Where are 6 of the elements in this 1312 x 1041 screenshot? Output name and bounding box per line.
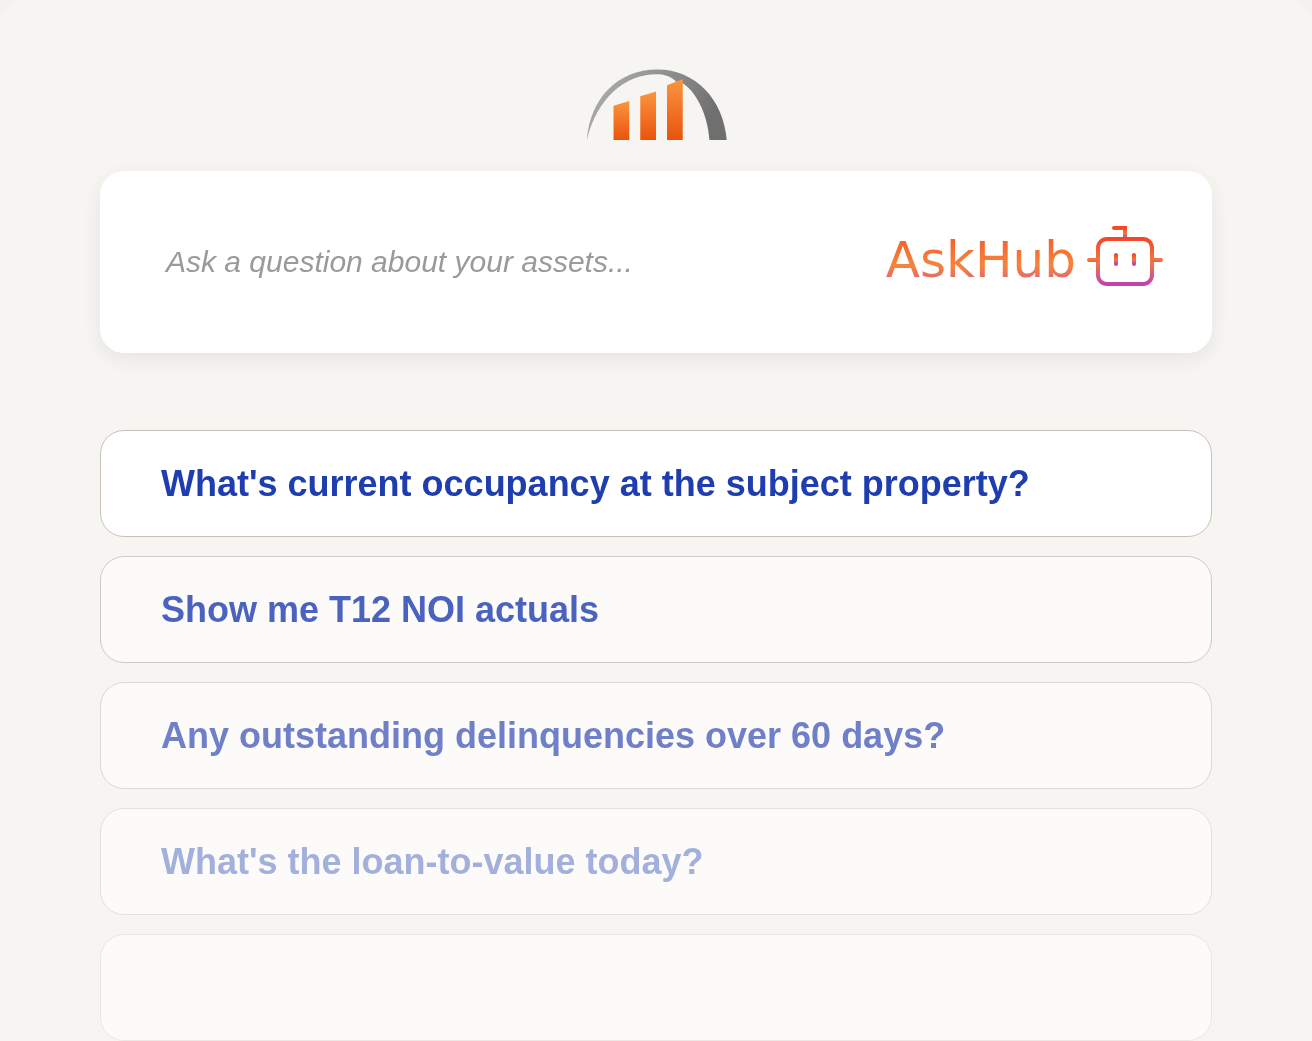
search-field[interactable]: Ask a question about your assets... bbox=[166, 245, 790, 280]
suggestion-card[interactable]: Show me T12 NOI actuals bbox=[100, 556, 1212, 663]
suggestion-card[interactable]: What's current occupancy at the subject property? bbox=[100, 430, 1212, 537]
suggestion-card[interactable]: What's the loan-to-value today? bbox=[100, 808, 1212, 915]
suggestion-card[interactable]: Any outstanding delinquencies over 60 days? bbox=[100, 682, 1212, 789]
robot-icon bbox=[1086, 224, 1164, 289]
